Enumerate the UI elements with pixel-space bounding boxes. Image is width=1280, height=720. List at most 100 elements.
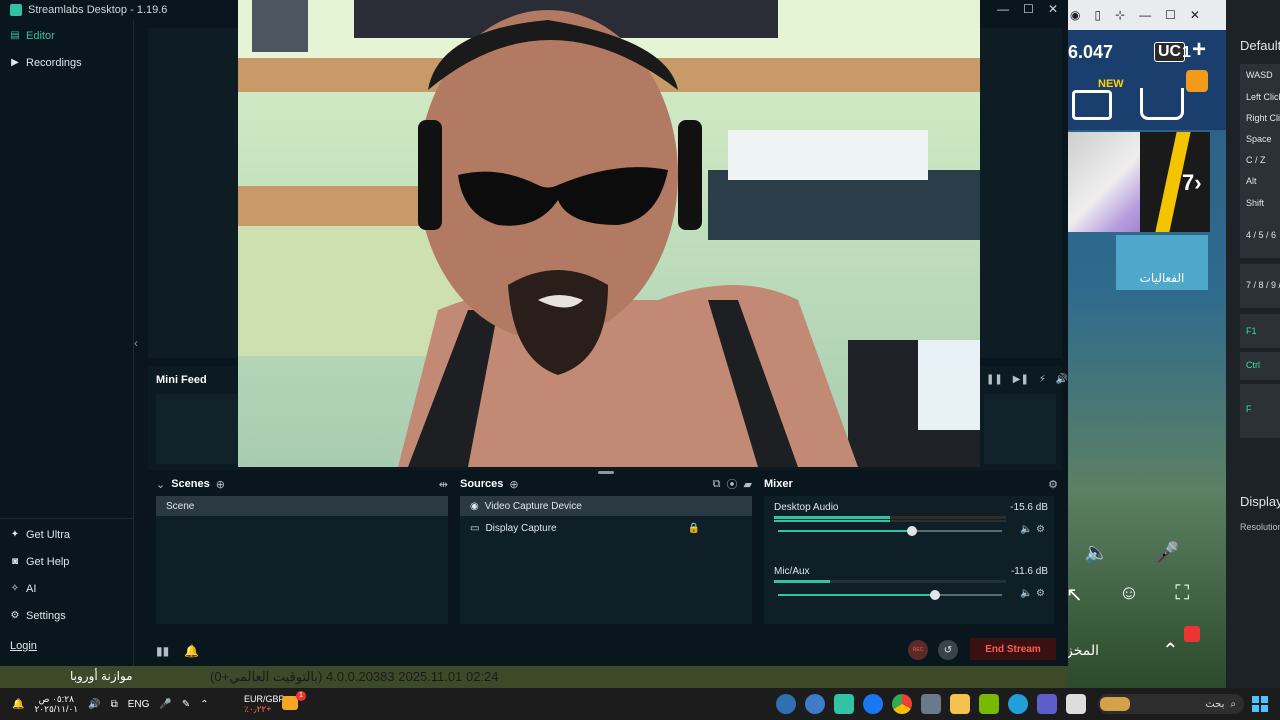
skip-icon[interactable]: ▶❚ (1013, 374, 1029, 385)
maximize-icon[interactable]: ☐ (1165, 8, 1176, 22)
close-icon[interactable]: ✕ (1190, 8, 1200, 22)
start-tile (1261, 696, 1268, 703)
key-f1[interactable]: F1 (1240, 314, 1280, 348)
end-stream-button[interactable]: End Stream (970, 638, 1056, 660)
teams-icon[interactable] (1037, 694, 1057, 714)
key-789[interactable]: 7 / 8 / 9 / (1240, 264, 1280, 308)
fullscreen-icon[interactable]: ⛶ (1175, 582, 1189, 607)
sidebar-item-get-ultra[interactable]: ✦ Get Ultra (10, 529, 70, 541)
login-link[interactable]: Login (10, 640, 37, 652)
key-space[interactable]: Space (1240, 128, 1280, 150)
stock-widget[interactable]: EUR/GBP ٪٠٫٢٢+ (244, 694, 285, 714)
record-button[interactable]: REC (908, 640, 928, 660)
chevron-down-icon[interactable]: ⌄ (156, 478, 165, 491)
slider-knob[interactable] (929, 590, 940, 600)
volume-icon[interactable]: 🔊 (1056, 374, 1068, 385)
store-label[interactable]: المخز (1066, 642, 1099, 659)
speaker-icon[interactable]: 🔈 (1084, 540, 1109, 565)
volume-slider[interactable] (778, 590, 1002, 600)
sidebar-item-recordings[interactable]: ▶ Recordings (10, 57, 82, 69)
facebook-icon[interactable] (863, 694, 883, 714)
emote-icon[interactable]: ☺ (1119, 582, 1139, 607)
bell-icon[interactable]: 🔔 (184, 644, 199, 658)
key-ctrl[interactable]: Ctrl (1240, 352, 1280, 380)
notification-bell-icon[interactable]: 🔔 (12, 699, 24, 710)
file-explorer-icon[interactable] (950, 694, 970, 714)
speaker-icon[interactable]: 🔈 (1020, 588, 1032, 599)
start-button[interactable] (1252, 696, 1268, 712)
source-filters-icon[interactable]: ⦿ (727, 476, 738, 492)
mixer-settings-icon[interactable]: ⚙ (1048, 478, 1058, 491)
chrome-icon[interactable] (892, 694, 912, 714)
obs-app-icon[interactable] (776, 694, 796, 714)
minimize-icon[interactable]: — (997, 2, 1009, 16)
record-icon[interactable]: ◉ (1070, 8, 1080, 22)
sidebar-item-settings[interactable]: ⚙ Settings (10, 610, 66, 622)
lock-icon[interactable]: 🔒 (688, 523, 700, 534)
maximize-icon[interactable]: ☐ (1023, 2, 1034, 16)
speaker-icon[interactable]: 🔈 (1020, 524, 1032, 535)
key-cz[interactable]: C / Z (1240, 149, 1280, 171)
notepad-icon[interactable] (1066, 694, 1086, 714)
key-alt[interactable]: Alt (1240, 170, 1280, 192)
microphone-icon[interactable]: 🎤 (1155, 540, 1180, 565)
key-right-click[interactable]: Right Click (1240, 107, 1280, 129)
sidebar-item-ai[interactable]: ✧ AI (10, 583, 37, 595)
history-icon: ↺ (943, 644, 953, 656)
cart-icon[interactable] (1140, 88, 1184, 120)
list-item[interactable]: ◉ Video Capture Device (460, 496, 752, 516)
collapse-sidebar-icon[interactable]: ‹ (134, 336, 138, 350)
arrow-icon[interactable]: ↖ (1066, 582, 1083, 607)
gift-icon[interactable] (1184, 626, 1200, 642)
stats-icon[interactable]: ▮▮ (156, 644, 169, 658)
streamlabs-logo-icon (10, 4, 22, 16)
key-456[interactable]: 4 / 5 / 6 (1240, 214, 1280, 258)
pause-icon[interactable]: ❚❚ (986, 374, 1003, 385)
gear-icon[interactable]: ⚙ (1036, 524, 1045, 535)
store-icon[interactable] (921, 694, 941, 714)
key-f[interactable]: F (1240, 384, 1280, 438)
chevron-up-icon[interactable]: ⌃ (200, 699, 208, 710)
sidebar-item-editor[interactable]: ▤ Editor (10, 30, 54, 42)
sidebar-item-get-help[interactable]: ◙ Get Help (10, 556, 69, 568)
nvidia-icon[interactable] (979, 694, 999, 714)
scene-label: Scene (166, 500, 195, 512)
add-scene-icon[interactable]: ⊕ (216, 478, 225, 491)
peak-fill (774, 520, 890, 522)
game-viewport[interactable]: 6.047 UC 1 + NEW 7› الفعاليات 🔈 🎤 ↖ ☺ ⛶ … (1062, 30, 1226, 688)
key-wasd[interactable]: WASD (1240, 64, 1280, 86)
close-icon[interactable]: ✕ (1048, 2, 1058, 16)
app-icon[interactable] (805, 694, 825, 714)
speaker-icon[interactable]: 🔊 (88, 699, 100, 710)
inbox-icon[interactable] (1072, 90, 1112, 120)
clock[interactable]: ٠٥:٢٨ ص ٢٠٢٥/١١/٠١ (34, 694, 78, 714)
add-source-icon[interactable]: ⊕ (509, 478, 518, 491)
mute-alerts-icon[interactable]: ⚡ (1039, 374, 1046, 385)
gear-icon[interactable]: ⚙ (1036, 588, 1045, 599)
volume-slider[interactable] (778, 526, 1002, 536)
phone-icon[interactable]: ▯ (1094, 8, 1101, 22)
list-item[interactable]: Scene (156, 496, 448, 516)
expand-up-icon[interactable]: ⌃ (1162, 638, 1179, 663)
list-item[interactable]: ▭ Display Capture 🔒 (460, 518, 752, 538)
source-group-icon[interactable]: ⧉ (713, 478, 721, 491)
key-left-click[interactable]: Left Click (1240, 86, 1280, 108)
slider-knob[interactable] (907, 526, 918, 536)
minimize-icon[interactable]: — (1139, 8, 1151, 22)
microphone-icon[interactable]: 🎤 (159, 699, 171, 710)
key-shift[interactable]: Shift (1240, 192, 1280, 214)
add-currency-button[interactable]: + (1192, 36, 1206, 64)
edge-icon[interactable] (1008, 694, 1028, 714)
panel-resize-handle[interactable] (598, 471, 614, 474)
scene-transitions-icon[interactable]: ⇹ (439, 478, 448, 491)
pin-icon[interactable]: ⊹ (1115, 8, 1125, 22)
replay-buffer-button[interactable]: ↺ (938, 640, 958, 660)
keyboard-lang[interactable]: ENG (128, 699, 150, 710)
network-icon[interactable]: ⧉ (111, 699, 118, 710)
pen-icon[interactable]: ✎ (182, 699, 190, 710)
folder-icon[interactable]: ▰ (744, 478, 752, 491)
streamlabs-app-icon[interactable] (834, 694, 854, 714)
events-button[interactable]: الفعاليات (1116, 235, 1208, 290)
promo-next[interactable]: 7› (1182, 170, 1202, 196)
events-label: الفعاليات (1139, 271, 1185, 285)
